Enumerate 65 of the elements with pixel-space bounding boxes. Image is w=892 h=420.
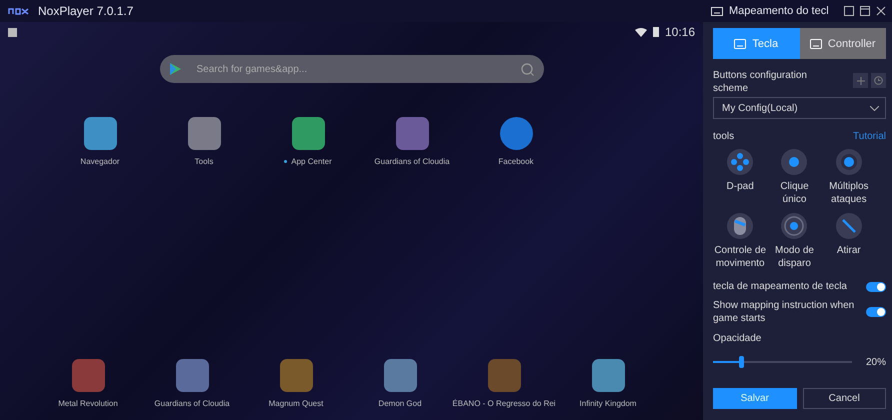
shoot-tool-icon[interactable]	[834, 212, 863, 240]
logo-icon	[8, 7, 30, 15]
app-icon[interactable]	[396, 117, 428, 150]
app-label: Infinity Kingdom	[580, 399, 636, 408]
app-label: App Center	[291, 157, 332, 166]
search-input[interactable]: Search for games&app...	[194, 62, 506, 76]
window-icon[interactable]	[860, 6, 870, 16]
opacity-label: Opacidade	[713, 333, 762, 344]
search-field[interactable]: Search for games&app...	[160, 55, 544, 83]
plus-icon	[856, 76, 864, 84]
toggle-switch[interactable]	[866, 282, 886, 292]
app-label: Metal Revolution	[58, 399, 118, 408]
add-button[interactable]	[853, 73, 868, 88]
battery-icon	[652, 27, 659, 37]
chevron-icon	[870, 106, 879, 110]
multi-tool-icon[interactable]	[834, 148, 863, 176]
app-icon[interactable]	[500, 117, 532, 150]
close-icon[interactable]	[876, 6, 886, 16]
tool-label: Atirar	[836, 244, 861, 257]
tool-label: Múltiplos ataques	[828, 180, 870, 206]
opacity-reading: 20%	[866, 356, 886, 368]
save-button[interactable]: Salvar	[713, 388, 796, 409]
game-icon[interactable]	[176, 359, 208, 392]
tool-label: D-pad	[726, 180, 754, 193]
wifi-icon	[634, 28, 647, 36]
scheme-dropdown[interactable]: My Config(Local)	[713, 97, 886, 119]
tools-label: tools	[713, 131, 734, 142]
target-tool-icon[interactable]	[780, 212, 808, 240]
toggle-label: tecla de mapeamento de tecla	[713, 280, 847, 293]
app-label: Tools	[194, 157, 214, 166]
tool-label: Controle de movimento	[713, 244, 768, 270]
history-button[interactable]	[871, 73, 886, 88]
mouse-tool-icon[interactable]	[726, 212, 754, 240]
app-icon[interactable]	[84, 117, 116, 150]
cancel-button[interactable]: Cancel	[802, 388, 886, 409]
window-title: NoxPlayer 7.0.1.7	[38, 4, 134, 18]
app-label: Demon God	[378, 399, 422, 408]
toggle-label: Show mapping instruction when game starts	[713, 299, 856, 325]
play-store-icon	[170, 63, 180, 75]
tool-label: Clique único	[779, 180, 810, 206]
app-icon[interactable]	[292, 117, 324, 150]
mode-tab[interactable]: Tecla	[713, 28, 800, 59]
game-icon[interactable]	[384, 359, 416, 392]
game-icon[interactable]	[280, 359, 312, 392]
keyboard-icon	[734, 38, 746, 48]
panel-title: Mapeamento do tecl	[729, 5, 829, 17]
slider-thumb[interactable]	[738, 356, 744, 368]
app-label: Facebook	[498, 157, 534, 166]
app-icon[interactable]	[188, 117, 220, 150]
tutorial-link[interactable]: Tutorial	[853, 131, 886, 142]
game-icon[interactable]	[72, 359, 104, 392]
scheme-label: Buttons configuration scheme	[713, 69, 808, 95]
app-label: ÉBANO - O Regresso do Rei	[452, 399, 556, 408]
click-tool-icon[interactable]	[780, 148, 808, 176]
clock-time: 10:16	[664, 25, 695, 39]
app-label: Guardians of Cloudia	[154, 399, 230, 408]
keyboard-icon	[711, 6, 723, 16]
toggle-switch[interactable]	[866, 307, 886, 317]
game-icon[interactable]	[592, 359, 624, 392]
app-label: Magnum Quest	[268, 399, 324, 408]
tool-label: Modo de disparo	[774, 244, 815, 270]
app-label: Guardians of Cloudia	[374, 157, 450, 166]
app-label: Navegador	[80, 157, 120, 166]
dpad-tool-icon[interactable]	[726, 148, 754, 176]
history-icon	[874, 76, 883, 85]
